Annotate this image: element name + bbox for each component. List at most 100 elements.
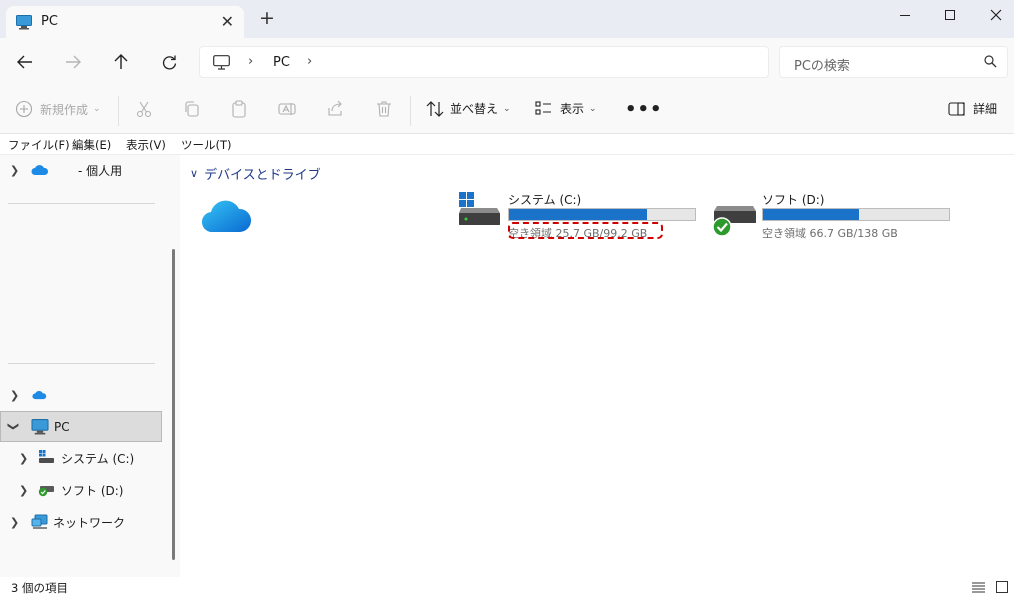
details-view-icon[interactable] — [972, 582, 985, 593]
sidebar-item-network[interactable]: ❯ ネットワーク — [0, 507, 162, 537]
title-bar: PC ✕ + — [0, 0, 1014, 38]
menu-file[interactable]: ファイル(F) — [8, 137, 70, 153]
sidebar-item-label: - 個人用 — [78, 163, 123, 178]
menu-tools[interactable]: ツール(T) — [181, 137, 232, 153]
new-button[interactable]: 新規作成 ⌄ — [15, 100, 101, 118]
search-input[interactable]: PCの検索 — [794, 55, 850, 74]
breadcrumb-separator-icon[interactable]: › — [307, 54, 312, 69]
close-icon — [990, 9, 1002, 21]
group-title: デバイスとドライブ — [204, 168, 321, 183]
onedrive-icon — [31, 165, 49, 175]
sidebar-item-label: PC — [54, 419, 70, 434]
search-icon — [984, 55, 997, 71]
drive-d-tile[interactable]: ソフト (D:) 空き領域 66.7 GB/138 GB — [712, 191, 962, 241]
arrow-right-icon — [66, 55, 81, 69]
search-box[interactable]: PCの検索 — [779, 46, 1008, 78]
paste-button[interactable] — [230, 100, 250, 120]
back-button[interactable] — [11, 48, 39, 76]
windows-drive-icon — [39, 450, 54, 463]
computer-icon — [213, 55, 230, 73]
up-button[interactable] — [107, 48, 135, 76]
sidebar-divider — [8, 203, 155, 204]
status-bar: 3 個の項目 — [0, 577, 1014, 597]
sidebar-item-label: ネットワーク — [53, 515, 126, 530]
sidebar-item-pc[interactable]: ❯ PC — [0, 411, 162, 442]
chevron-right-icon[interactable]: ❯ — [10, 516, 19, 529]
network-icon — [31, 514, 48, 529]
drive-name: システム (C:) — [508, 193, 582, 207]
forward-button[interactable] — [59, 48, 87, 76]
close-window-button[interactable] — [973, 0, 1014, 30]
refresh-button[interactable] — [155, 48, 183, 76]
sort-icon — [426, 100, 444, 117]
onedrive-cloud-icon[interactable] — [201, 196, 251, 234]
scissors-icon — [136, 101, 152, 118]
group-header-devices[interactable]: ∨ デバイスとドライブ — [190, 164, 321, 183]
chevron-down-icon[interactable]: ❯ — [7, 422, 20, 431]
sidebar-item-drive-c[interactable]: ❯ システム (C:) — [0, 443, 162, 473]
chevron-right-icon[interactable]: ❯ — [10, 164, 19, 177]
rename-icon — [278, 103, 296, 115]
sidebar-item-drive-d[interactable]: ❯ ソフト (D:) — [0, 475, 162, 505]
command-bar: 新規作成 ⌄ 並べ替え ⌄ 表示 ⌄ ••• 詳細 — [0, 86, 1014, 134]
new-tab-button[interactable]: + — [259, 8, 275, 28]
new-label: 新規作成 — [40, 102, 89, 117]
item-count: 3 個の項目 — [11, 581, 68, 595]
menu-edit[interactable]: 編集(E) — [72, 137, 111, 153]
chevron-down-icon: ⌄ — [503, 103, 511, 114]
maximize-icon — [945, 10, 955, 20]
navigation-pane: ❯ - 個人用 ❯ ❯ PC ❯ システム (C:) ❯ ソフト (D:) ❯ … — [0, 155, 180, 577]
sidebar-divider — [8, 363, 155, 364]
onedrive-icon — [32, 390, 47, 400]
tiles-view-icon[interactable] — [996, 581, 1008, 593]
more-options-button[interactable]: ••• — [625, 99, 663, 120]
sidebar-item-onedrive-personal[interactable]: ❯ - 個人用 — [0, 155, 162, 185]
command-divider — [410, 96, 411, 126]
details-pane-button[interactable]: 詳細 — [948, 100, 997, 117]
cut-button[interactable] — [135, 100, 155, 120]
plus-circle-icon — [15, 100, 33, 118]
menu-bar: ファイル(F) 編集(E) 表示(V) ツール(T) — [0, 134, 1014, 155]
sort-button[interactable]: 並べ替え ⌄ — [426, 100, 511, 117]
chevron-down-icon: ⌄ — [589, 103, 597, 114]
sidebar-scrollbar[interactable] — [172, 249, 175, 560]
monitor-icon — [31, 419, 49, 435]
clipboard-icon — [232, 100, 246, 118]
refresh-icon — [162, 55, 176, 69]
delete-button[interactable] — [375, 100, 395, 120]
chevron-right-icon[interactable]: ❯ — [10, 389, 19, 402]
share-icon — [328, 100, 342, 116]
share-button[interactable] — [327, 100, 347, 120]
chevron-down-icon: ⌄ — [93, 104, 101, 114]
details-label: 詳細 — [973, 102, 998, 116]
maximize-button[interactable] — [927, 0, 973, 30]
command-divider — [118, 96, 119, 126]
minimize-button[interactable] — [882, 0, 928, 30]
free-space-highlight — [508, 222, 663, 239]
content-area: ∨ デバイスとドライブ システム (C:) 空き領域 25.7 GB/99.2 … — [180, 155, 1014, 577]
navigation-bar: › PC › PCの検索 — [0, 38, 1014, 86]
sidebar-item-onedrive[interactable]: ❯ — [0, 380, 162, 410]
details-pane-icon — [948, 101, 965, 116]
drive-check-icon — [38, 486, 54, 497]
copy-icon — [185, 101, 199, 117]
windows-drive-icon — [459, 192, 500, 225]
view-button[interactable]: 表示 ⌄ — [535, 100, 597, 117]
tab-close-button[interactable]: ✕ — [221, 12, 234, 31]
drive-usage-fill — [763, 209, 860, 220]
copy-button[interactable] — [183, 100, 203, 120]
drive-usage-bar — [508, 208, 696, 221]
breadcrumb-pc[interactable]: PC — [273, 55, 290, 70]
breadcrumb-separator-icon[interactable]: › — [248, 54, 253, 69]
monitor-icon — [16, 15, 32, 33]
sidebar-item-label: ソフト (D:) — [61, 483, 124, 498]
tab-pc[interactable]: PC ✕ — [6, 6, 244, 38]
sort-label: 並べ替え — [450, 102, 499, 116]
chevron-right-icon[interactable]: ❯ — [19, 452, 28, 465]
minimize-icon — [900, 14, 910, 16]
arrow-left-icon — [17, 55, 32, 69]
menu-view[interactable]: 表示(V) — [126, 137, 166, 153]
chevron-right-icon[interactable]: ❯ — [19, 484, 28, 497]
rename-button[interactable] — [278, 100, 298, 120]
address-bar[interactable]: › PC › — [199, 46, 769, 78]
